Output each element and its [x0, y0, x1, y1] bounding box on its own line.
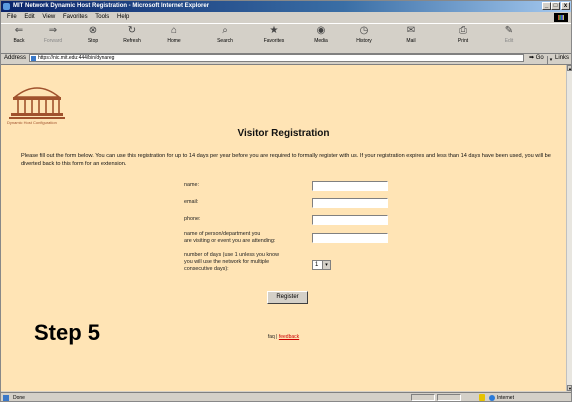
- visiting-field[interactable]: [312, 233, 388, 243]
- back-arrow-icon: ⇐: [14, 25, 24, 36]
- links-button[interactable]: Links: [555, 53, 569, 64]
- register-button[interactable]: Register: [267, 291, 308, 304]
- email-field[interactable]: [312, 198, 388, 208]
- windows-flag-icon: [554, 13, 568, 22]
- menu-edit[interactable]: Edit: [24, 14, 34, 20]
- media-button[interactable]: ◉ Media: [303, 25, 339, 45]
- go-arrow-icon: ➡: [529, 55, 535, 61]
- favorites-icon: ★: [269, 25, 279, 36]
- edit-icon: ✎: [504, 25, 514, 36]
- faq-link[interactable]: faq: [268, 334, 275, 340]
- print-button[interactable]: ⎙ Print: [445, 25, 481, 45]
- maximize-button[interactable]: □: [551, 2, 560, 10]
- back-button[interactable]: ⇐ Back: [1, 25, 37, 45]
- history-icon: ◷: [359, 25, 369, 36]
- stop-icon: ⊗: [88, 25, 98, 36]
- close-button[interactable]: x: [561, 2, 570, 10]
- address-bar: Address https://nic.mit.edu:444/bin/dyna…: [1, 53, 571, 65]
- page-status-icon: [3, 395, 9, 401]
- refresh-icon: ↻: [127, 25, 137, 36]
- ie-icon: [3, 3, 10, 10]
- home-icon: ⌂: [170, 25, 178, 36]
- media-icon: ◉: [316, 25, 326, 36]
- stop-button[interactable]: ⊗ Stop: [75, 25, 111, 45]
- name-field[interactable]: [312, 181, 388, 191]
- menu-favorites[interactable]: Favorites: [63, 14, 88, 20]
- phone-label: phone:: [184, 216, 201, 222]
- menu-bar: File Edit View Favorites Tools Help: [1, 13, 571, 22]
- vertical-scrollbar[interactable]: ▲ ▼: [566, 65, 572, 391]
- logo-caption: Dynamic Host Configuration: [7, 120, 57, 125]
- scroll-up-icon[interactable]: ▲: [567, 65, 572, 71]
- search-button[interactable]: ⌕ Search: [207, 25, 243, 45]
- go-button[interactable]: ➡ Go: [529, 53, 544, 64]
- status-pane: [437, 394, 461, 401]
- minimize-button[interactable]: _: [542, 2, 551, 10]
- toolbar: ⇐ Back ⇒ Forward ⊗ Stop ↻ Refresh ⌂ Home ⌕ Sea…: [1, 23, 571, 54]
- days-select[interactable]: 1 ▾: [312, 260, 331, 270]
- menu-view[interactable]: View: [42, 14, 55, 20]
- menu-help[interactable]: Help: [117, 14, 129, 20]
- days-label: number of days (use 1 unless you know yo…: [184, 252, 279, 272]
- status-pane: [411, 394, 435, 401]
- visiting-label: name of person/department you are visiti…: [184, 231, 276, 244]
- search-icon: ⌕: [222, 25, 228, 36]
- browser-window: MIT Network Dynamic Host Registration - …: [0, 0, 572, 402]
- home-button[interactable]: ⌂ Home: [156, 25, 192, 45]
- history-button[interactable]: ◷ History: [346, 25, 382, 45]
- days-value: 1: [315, 262, 319, 268]
- mail-icon: ✉: [406, 25, 416, 36]
- name-label: name:: [184, 182, 199, 188]
- mail-button[interactable]: ✉ Mail: [393, 25, 429, 45]
- chevron-down-icon: ▾: [322, 261, 330, 269]
- mit-dome-logo-icon: [9, 87, 65, 119]
- forward-button[interactable]: ⇒ Forward: [35, 25, 71, 45]
- favorites-button[interactable]: ★ Favorites: [256, 25, 292, 45]
- page-content: Dynamic Host Configuration Visitor Regis…: [1, 65, 566, 391]
- page-icon: [31, 56, 36, 61]
- edit-button[interactable]: ✎ Edit: [491, 25, 527, 45]
- internet-globe-icon: [489, 395, 495, 401]
- step-label: Step 5: [34, 320, 101, 345]
- menu-tools[interactable]: Tools: [95, 14, 109, 20]
- feedback-link[interactable]: feedback: [279, 334, 299, 340]
- print-icon: ⎙: [459, 25, 467, 36]
- title-bar: MIT Network Dynamic Host Registration - …: [1, 1, 571, 12]
- address-input[interactable]: https://nic.mit.edu:444/bin/dynareg ▾: [29, 54, 554, 64]
- address-url: https://nic.mit.edu:444/bin/dynareg: [38, 55, 115, 61]
- address-dropdown-button[interactable]: ▾: [547, 56, 554, 64]
- address-label: Address: [4, 55, 27, 61]
- window-title: MIT Network Dynamic Host Registration - …: [13, 3, 210, 9]
- refresh-button[interactable]: ↻ Refresh: [114, 25, 150, 45]
- phone-field[interactable]: [312, 215, 388, 225]
- lock-icon: [479, 394, 485, 401]
- page-title: Visitor Registration: [237, 128, 330, 139]
- email-label: email:: [184, 199, 199, 205]
- intro-text: Please fill out the form below. You can …: [21, 153, 551, 167]
- status-bar: Done Internet: [1, 392, 571, 403]
- scroll-down-icon[interactable]: ▼: [567, 385, 572, 391]
- forward-arrow-icon: ⇒: [48, 25, 58, 36]
- menu-file[interactable]: File: [7, 14, 17, 20]
